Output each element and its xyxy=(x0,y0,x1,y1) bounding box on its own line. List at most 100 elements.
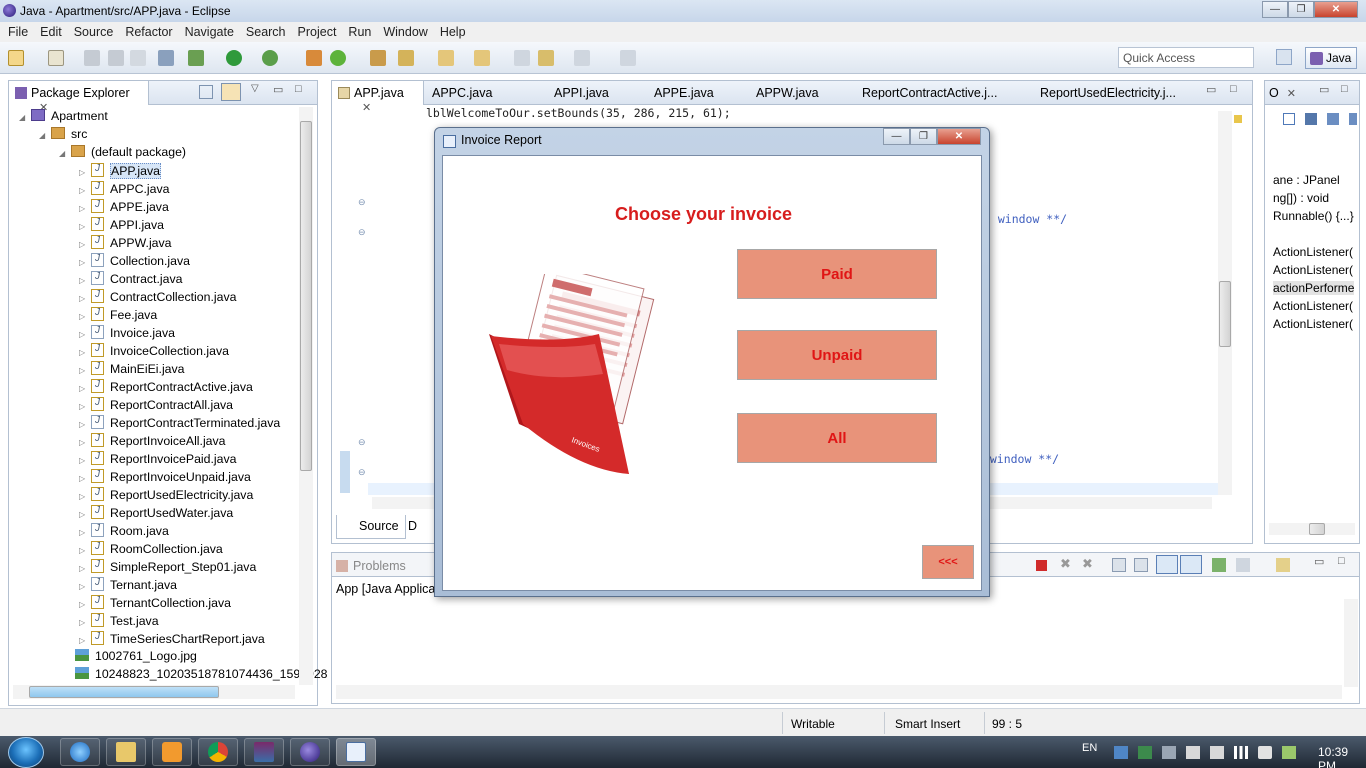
tree-java-file[interactable]: ▷ RoomCollection.java xyxy=(79,541,223,559)
maximize-button[interactable]: ❐ xyxy=(910,128,937,145)
last-edit-icon[interactable] xyxy=(514,50,530,66)
tree-java-file[interactable]: ▷ Contract.java xyxy=(79,271,182,289)
fold-icon[interactable]: ⊖ xyxy=(358,227,366,238)
expand-arrow-icon[interactable]: ▷ xyxy=(79,330,91,339)
tree-java-file[interactable]: ▷ ReportUsedElectricity.java xyxy=(79,487,253,505)
tree-src[interactable]: ◢ src xyxy=(39,127,87,145)
tree-java-file[interactable]: ▷ Collection.java xyxy=(79,253,190,271)
tree-java-file[interactable]: ▷ ReportInvoiceUnpaid.java xyxy=(79,469,251,487)
close-button[interactable]: ✕ xyxy=(1314,1,1358,18)
tree-java-file[interactable]: ▷ APP.java xyxy=(79,163,161,181)
tab-appw-java[interactable]: APPW.java xyxy=(756,86,819,100)
tree-java-file[interactable]: ▷ MainEiEi.java xyxy=(79,361,185,379)
tree-java-file[interactable]: ▷ TimeSeriesChartReport.java xyxy=(79,631,265,649)
expand-arrow-icon[interactable]: ▷ xyxy=(79,438,91,447)
expand-arrow-icon[interactable]: ▷ xyxy=(79,222,91,231)
tab-reportcontractactive[interactable]: ReportContractActive.j... xyxy=(862,86,997,100)
console-vertical-scrollbar[interactable] xyxy=(1344,599,1358,687)
maximize-view-icon[interactable]: □ xyxy=(1341,83,1348,95)
taskbar-eclipse[interactable] xyxy=(290,738,330,766)
expand-arrow-icon[interactable]: ▷ xyxy=(79,636,91,645)
minimize-view-icon[interactable]: ▭ xyxy=(1314,555,1324,568)
outline-item[interactable]: ane : JPanel xyxy=(1273,173,1340,187)
scroll-thumb[interactable] xyxy=(300,121,312,471)
menu-search[interactable]: Search xyxy=(240,25,292,39)
outline-item[interactable]: ActionListener( xyxy=(1273,317,1353,331)
outline-item[interactable]: ActionListener( xyxy=(1273,263,1353,277)
collapse-all-icon[interactable] xyxy=(199,85,213,99)
tab-source[interactable]: Source xyxy=(336,515,406,539)
network-icon[interactable] xyxy=(1234,746,1248,759)
expand-arrow-icon[interactable]: ▷ xyxy=(79,618,91,627)
tree-java-file[interactable]: ▷ ReportUsedWater.java xyxy=(79,505,233,523)
fold-icon[interactable]: ⊖ xyxy=(358,467,366,478)
minimize-view-icon[interactable]: ▭ xyxy=(273,83,283,96)
tray-icon[interactable] xyxy=(1138,746,1152,759)
save-all-icon[interactable] xyxy=(108,50,124,66)
open-console-icon[interactable] xyxy=(1276,558,1290,572)
tray-icon[interactable] xyxy=(1162,746,1176,759)
fold-icon[interactable]: ⊖ xyxy=(358,197,366,208)
search-tool-icon[interactable] xyxy=(398,50,414,66)
tree-java-file[interactable]: ▷ InvoiceCollection.java xyxy=(79,343,229,361)
volume-icon[interactable] xyxy=(1258,746,1272,759)
hide-static-icon[interactable] xyxy=(1349,113,1357,125)
tree-java-file[interactable]: ▷ TernantCollection.java xyxy=(79,595,231,613)
tree-java-file[interactable]: ▷ Test.java xyxy=(79,613,159,631)
tree-java-file[interactable]: ▷ APPC.java xyxy=(79,181,169,199)
tree-default-package[interactable]: ◢ (default package) xyxy=(59,145,186,163)
skip-breakpoints-icon[interactable] xyxy=(158,50,174,66)
next-annotation-icon[interactable] xyxy=(438,50,454,66)
tree-java-file[interactable]: ▷ Room.java xyxy=(79,523,169,541)
expand-arrow-icon[interactable]: ▷ xyxy=(79,474,91,483)
outline-item[interactable]: Runnable() {...} xyxy=(1273,209,1354,223)
tree-java-file[interactable]: ▷ APPE.java xyxy=(79,199,169,217)
show-console-output-icon[interactable] xyxy=(1156,555,1178,574)
tray-icon[interactable] xyxy=(1114,746,1128,759)
menu-navigate[interactable]: Navigate xyxy=(179,25,240,39)
expand-arrow-icon[interactable]: ▷ xyxy=(79,420,91,429)
new-class-icon[interactable] xyxy=(330,50,346,66)
open-perspective-icon[interactable] xyxy=(1276,49,1292,65)
battery-icon[interactable] xyxy=(1282,746,1296,759)
taskbar-media-player[interactable] xyxy=(152,738,192,766)
expand-arrow-icon[interactable]: ▷ xyxy=(79,294,91,303)
expand-arrow-icon[interactable]: ▷ xyxy=(79,276,91,285)
tab-appe-java[interactable]: APPE.java xyxy=(654,86,714,100)
tree-java-file[interactable]: ▷ APPW.java xyxy=(79,235,172,253)
quick-access-input[interactable]: Quick Access xyxy=(1118,47,1254,68)
tree-java-file[interactable]: ▷ ReportContractAll.java xyxy=(79,397,233,415)
expand-arrow-icon[interactable]: ▷ xyxy=(79,528,91,537)
close-button[interactable]: ✕ xyxy=(937,128,981,145)
tab-package-explorer[interactable]: Package Explorer✕ xyxy=(9,81,149,114)
maximize-editor-icon[interactable]: □ xyxy=(1230,83,1237,95)
language-indicator[interactable]: EN xyxy=(1082,742,1097,754)
back-button[interactable]: <<< xyxy=(922,545,974,579)
maximize-view-icon[interactable]: □ xyxy=(1338,555,1345,567)
fold-icon[interactable]: ⊖ xyxy=(358,437,366,448)
tab-app-java[interactable]: APP.java✕ xyxy=(332,81,424,114)
new-package-icon[interactable] xyxy=(48,50,64,66)
expand-arrow-icon[interactable]: ▷ xyxy=(79,168,91,177)
tree-java-file[interactable]: ▷ ReportInvoicePaid.java xyxy=(79,451,236,469)
prev-annotation-icon[interactable] xyxy=(474,50,490,66)
tree-image-file[interactable]: 10248823_10203518781074436_1599928 xyxy=(75,667,328,685)
sort-icon[interactable] xyxy=(1305,113,1317,125)
pin-console-icon[interactable] xyxy=(1212,558,1226,572)
clock[interactable]: 10:39 PM xyxy=(1318,745,1366,768)
open-type-icon[interactable] xyxy=(370,50,386,66)
maximize-button[interactable]: ❐ xyxy=(1288,1,1314,18)
minimize-button[interactable]: — xyxy=(883,128,910,145)
close-icon[interactable]: ✕ xyxy=(362,101,371,114)
debug-icon[interactable] xyxy=(188,50,204,66)
menu-project[interactable]: Project xyxy=(292,25,343,39)
warning-overview-marker[interactable] xyxy=(1234,115,1242,123)
taskbar-explorer[interactable] xyxy=(106,738,146,766)
tree-project[interactable]: ◢ Apartment xyxy=(19,109,108,127)
print-icon[interactable] xyxy=(130,50,146,66)
taskbar-chrome[interactable] xyxy=(198,738,238,766)
clear-console-icon[interactable] xyxy=(1112,558,1126,572)
tab-appc-java[interactable]: APPC.java xyxy=(432,86,492,100)
save-icon[interactable] xyxy=(84,50,100,66)
explorer-vertical-scrollbar[interactable] xyxy=(299,107,313,685)
